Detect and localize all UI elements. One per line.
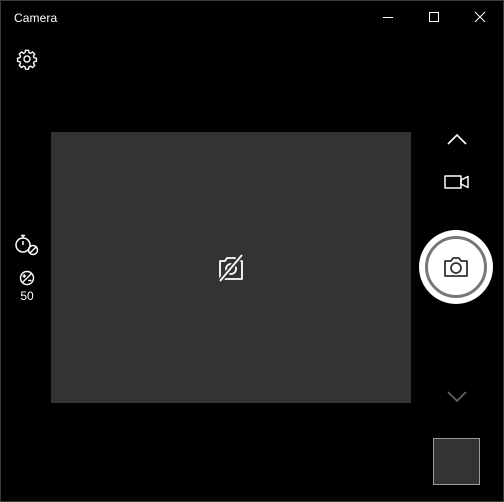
minimize-button[interactable] (365, 1, 411, 33)
exposure-button[interactable] (17, 269, 37, 287)
gear-icon (16, 49, 38, 70)
next-mode-button[interactable] (443, 387, 471, 407)
close-icon (474, 11, 486, 23)
take-photo-button[interactable] (419, 230, 493, 304)
close-button[interactable] (457, 1, 503, 33)
camera-icon (444, 257, 468, 277)
exposure-icon (19, 270, 35, 286)
app-title: Camera (14, 11, 58, 25)
camera-unavailable-icon (218, 253, 244, 283)
video-camera-icon (444, 175, 469, 189)
timer-off-icon (15, 234, 39, 256)
shutter-ring (425, 236, 487, 298)
video-mode-button[interactable] (441, 171, 473, 193)
title-bar: Camera (1, 1, 503, 33)
previous-mode-button[interactable] (443, 129, 471, 149)
settings-button[interactable] (13, 45, 41, 73)
camera-viewfinder (51, 132, 411, 403)
maximize-button[interactable] (411, 1, 457, 33)
maximize-icon (429, 12, 439, 22)
chevron-down-icon (447, 391, 467, 403)
chevron-up-icon (447, 133, 467, 145)
photo-timer-button[interactable] (13, 233, 41, 257)
camera-roll-thumbnail[interactable] (433, 438, 480, 485)
minimize-icon (383, 17, 393, 18)
exposure-value: 50 (20, 289, 34, 303)
camera-window: Camera 50 (0, 0, 504, 502)
